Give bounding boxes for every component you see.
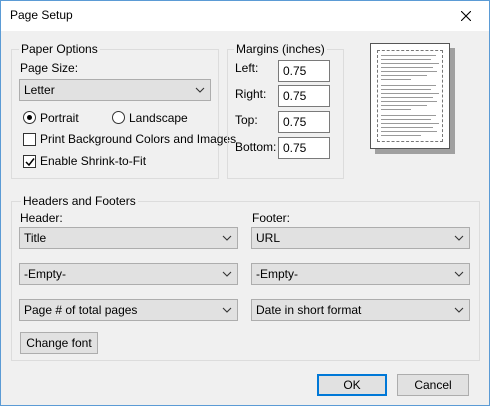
- shrink-to-fit-checkbox[interactable]: [23, 155, 36, 168]
- title-bar: Page Setup: [1, 1, 489, 31]
- landscape-radio[interactable]: [112, 111, 125, 124]
- change-font-button[interactable]: Change font: [20, 332, 98, 354]
- portrait-label[interactable]: Portrait: [40, 111, 79, 125]
- page-size-value: Letter: [24, 83, 55, 97]
- margin-bottom-input[interactable]: 0.75: [278, 137, 330, 159]
- margin-left-input[interactable]: 0.75: [278, 60, 330, 82]
- page-setup-dialog: Page Setup Paper Options Page Size: Lett…: [0, 0, 490, 406]
- change-font-label: Change font: [26, 336, 92, 350]
- page-size-label: Page Size:: [20, 61, 79, 75]
- margin-bottom-value: 0.75: [283, 141, 307, 155]
- header-select-2[interactable]: -Empty-: [19, 263, 238, 285]
- close-icon: [461, 11, 471, 21]
- print-background-label[interactable]: Print Background Colors and Images: [40, 132, 236, 146]
- footer-select-1[interactable]: URL: [251, 227, 470, 249]
- page-preview-margins: [377, 50, 443, 142]
- header-select-3-value: Page # of total pages: [24, 303, 138, 317]
- portrait-radio[interactable]: [23, 111, 36, 124]
- margin-top-value: 0.75: [283, 115, 307, 129]
- margin-left-label: Left:: [235, 61, 259, 75]
- chevron-down-icon: [222, 271, 232, 277]
- cancel-label: Cancel: [414, 378, 452, 392]
- page-size-select[interactable]: Letter: [19, 79, 211, 101]
- header-select-1-value: Title: [24, 231, 47, 245]
- margin-right-value: 0.75: [283, 89, 307, 103]
- chevron-down-icon: [454, 271, 464, 277]
- chevron-down-icon: [222, 235, 232, 241]
- header-label: Header:: [20, 211, 63, 225]
- margin-left-value: 0.75: [283, 64, 307, 78]
- headers-footers-legend: Headers and Footers: [21, 194, 138, 208]
- print-background-checkbox[interactable]: [23, 133, 36, 146]
- page-preview: [370, 43, 456, 156]
- footer-label: Footer:: [252, 211, 291, 225]
- window-title: Page Setup: [10, 8, 73, 22]
- margin-top-label: Top:: [235, 113, 258, 127]
- margin-top-input[interactable]: 0.75: [278, 111, 330, 133]
- landscape-label[interactable]: Landscape: [129, 111, 188, 125]
- ok-button[interactable]: OK: [317, 374, 387, 396]
- ok-label: OK: [343, 378, 361, 392]
- margin-right-input[interactable]: 0.75: [278, 85, 330, 107]
- paper-options-legend: Paper Options: [19, 42, 100, 56]
- header-select-2-value: -Empty-: [24, 267, 66, 281]
- chevron-down-icon: [222, 307, 232, 313]
- chevron-down-icon: [454, 307, 464, 313]
- close-button[interactable]: [443, 1, 489, 31]
- chevron-down-icon: [454, 235, 464, 241]
- chevron-down-icon: [195, 87, 205, 93]
- margins-legend: Margins (inches): [234, 42, 327, 56]
- footer-select-2-value: -Empty-: [256, 267, 298, 281]
- checkmark-icon: [25, 158, 35, 167]
- page-preview-sheet: [370, 43, 450, 149]
- footer-select-3[interactable]: Date in short format: [251, 299, 470, 321]
- footer-select-1-value: URL: [256, 231, 281, 245]
- shrink-to-fit-label[interactable]: Enable Shrink-to-Fit: [40, 154, 146, 168]
- margin-bottom-label: Bottom:: [235, 140, 277, 154]
- cancel-button[interactable]: Cancel: [397, 374, 469, 396]
- header-select-3[interactable]: Page # of total pages: [19, 299, 238, 321]
- header-select-1[interactable]: Title: [19, 227, 238, 249]
- footer-select-3-value: Date in short format: [256, 303, 362, 317]
- footer-select-2[interactable]: -Empty-: [251, 263, 470, 285]
- margin-right-label: Right:: [235, 87, 267, 101]
